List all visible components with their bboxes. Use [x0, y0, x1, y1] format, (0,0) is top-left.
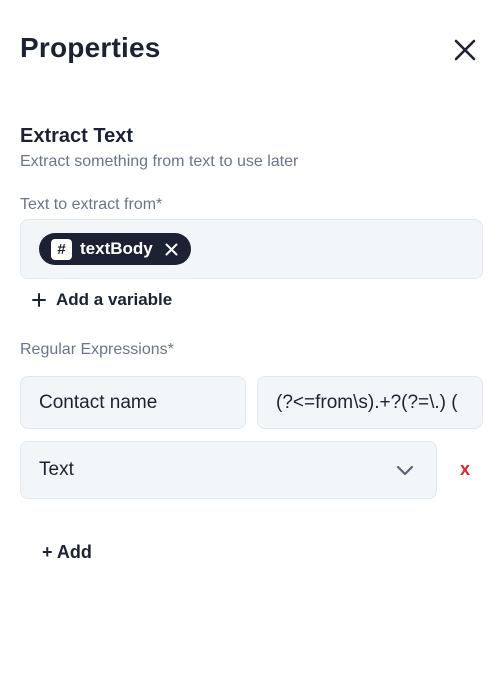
regex-type-select[interactable]: Text [20, 441, 437, 499]
add-variable-button[interactable]: Add a variable [32, 290, 172, 310]
variable-chip-label: textBody [80, 239, 153, 258]
variable-input[interactable]: # textBody [20, 219, 483, 279]
regex-label: Regular Expressions* [20, 341, 174, 358]
regex-name-input[interactable]: Contact name [20, 376, 246, 429]
add-variable-label: Add a variable [56, 290, 173, 309]
text-source-label: Text to extract from* [20, 196, 163, 213]
close-icon [165, 243, 178, 255]
add-regex-button[interactable]: + Add [42, 542, 92, 563]
properties-panel: Properties Extract Text Extract somethin… [0, 0, 498, 690]
section-subtitle: Extract something from text to use later [20, 153, 299, 170]
panel-title: Properties [20, 32, 161, 63]
regex-type-value: Text [39, 459, 74, 480]
close-button[interactable] [452, 37, 478, 63]
variable-chip[interactable]: # textBody [39, 233, 191, 265]
chevron-down-icon [396, 465, 414, 475]
regex-pattern-input[interactable]: (?<=from\s).+?(?=\.) ( [257, 376, 483, 429]
plus-icon [32, 293, 46, 307]
section-title: Extract Text [20, 125, 134, 147]
close-icon [454, 39, 476, 61]
remove-regex-button[interactable]: x [457, 459, 473, 479]
hash-icon: # [51, 238, 72, 260]
chip-remove-button[interactable] [165, 242, 179, 256]
